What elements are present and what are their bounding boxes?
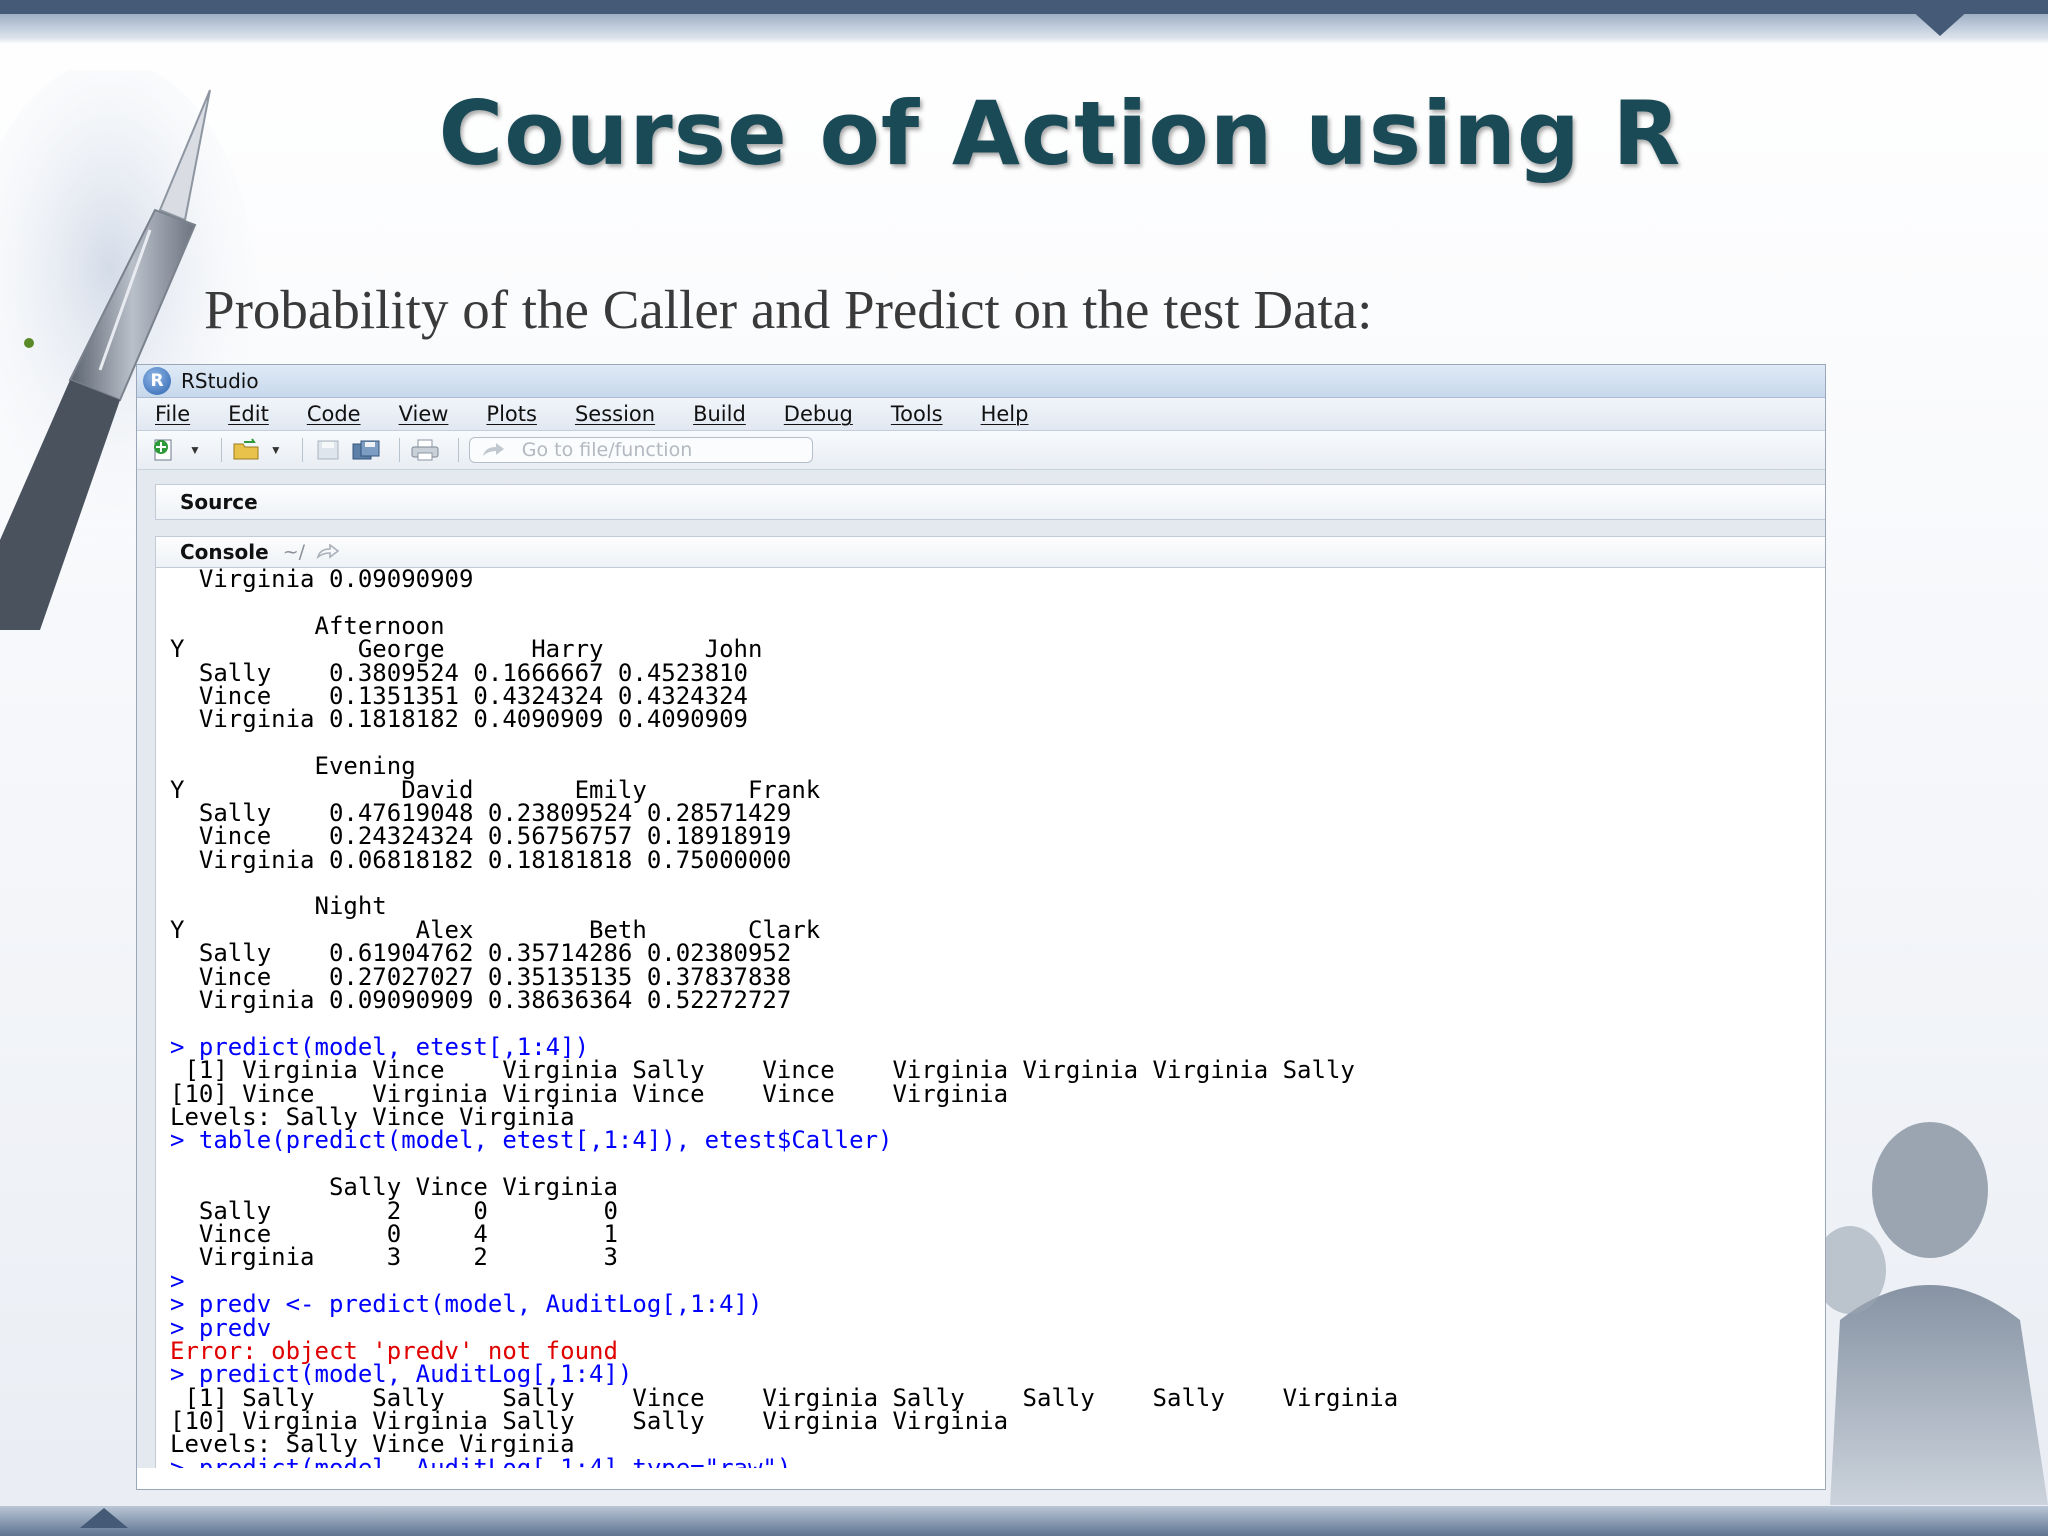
- goto-directory-icon[interactable]: [315, 544, 341, 560]
- save-button[interactable]: [313, 437, 343, 463]
- menu-debug[interactable]: Debug: [784, 402, 853, 426]
- top-notch-decoration: [1900, 0, 1980, 36]
- toolbar-separator: [220, 438, 222, 462]
- bottom-decorative-band: [0, 1506, 2048, 1536]
- panes-area: Source Console ~/ Virginia 0.09090909 Af…: [137, 470, 1825, 1468]
- save-icon: [317, 440, 339, 460]
- source-pane-label: Source: [180, 490, 258, 514]
- console-command-line: > predv <- predict(model, AuditLog[,1:4]…: [170, 1290, 763, 1319]
- slide-title: Course of Action using R: [438, 82, 1682, 185]
- goto-placeholder: Go to file/function: [521, 439, 693, 461]
- console-output-line: Virginia 0.09090909 0.38636364 0.5227272…: [170, 986, 792, 1015]
- bullet-dot: [24, 338, 34, 348]
- window-titlebar[interactable]: R RStudio: [137, 365, 1825, 398]
- toolbar-separator: [398, 438, 400, 462]
- toolbar-separator: [301, 438, 303, 462]
- console-output-line: Virginia 0.1818182 0.4090909 0.4090909: [170, 705, 748, 734]
- console-path: ~/: [282, 541, 306, 563]
- slide-subtitle: Probability of the Caller and Predict on…: [204, 279, 1373, 340]
- open-folder-icon: [233, 438, 259, 460]
- menu-help[interactable]: Help: [981, 402, 1029, 426]
- pane-gap: [155, 520, 1825, 536]
- top-decorative-band: [0, 0, 2048, 14]
- console-output[interactable]: Virginia 0.09090909 Afternoon Y George Ha…: [155, 568, 1825, 1468]
- menu-session[interactable]: Session: [575, 402, 655, 426]
- print-button[interactable]: [410, 437, 440, 463]
- chevron-down-icon[interactable]: ▼: [189, 443, 201, 457]
- toolbar-separator: [457, 438, 459, 462]
- print-icon: [411, 439, 439, 461]
- window-title: RStudio: [181, 369, 259, 393]
- new-file-button[interactable]: [151, 437, 181, 463]
- goto-file-input[interactable]: Go to file/function: [468, 437, 813, 463]
- console-output-line: Evening: [170, 752, 416, 781]
- bottom-notch-decoration: [80, 1508, 128, 1528]
- source-pane-header[interactable]: Source: [155, 484, 1825, 520]
- rstudio-window: R RStudio File Edit Code View Plots Sess…: [136, 364, 1826, 1490]
- console-output-line: Virginia 0.09090909: [170, 568, 474, 593]
- menu-bar: File Edit Code View Plots Session Build …: [137, 398, 1825, 431]
- save-all-button[interactable]: [351, 437, 381, 463]
- console-pane-header[interactable]: Console ~/: [155, 536, 1825, 568]
- business-people-image: [1814, 1122, 2048, 1505]
- main-toolbar: ▼ ▼ Go to file/function: [137, 431, 1825, 470]
- menu-view[interactable]: View: [399, 402, 449, 426]
- console-output-line: Virginia 0.06818182 0.18181818 0.7500000…: [170, 845, 792, 874]
- menu-tools[interactable]: Tools: [891, 402, 943, 426]
- open-file-button[interactable]: [232, 437, 262, 463]
- menu-plots[interactable]: Plots: [486, 402, 537, 426]
- goto-arrow-icon: [482, 443, 504, 456]
- r-logo-icon: R: [143, 367, 171, 395]
- chevron-down-icon[interactable]: ▼: [270, 443, 282, 457]
- new-file-icon: [154, 439, 172, 461]
- save-all-icon: [352, 440, 380, 460]
- menu-file[interactable]: File: [155, 402, 190, 426]
- menu-build[interactable]: Build: [693, 402, 746, 426]
- console-command-line: > predict(model, AuditLog[,1:4],type="ra…: [170, 1453, 792, 1468]
- menu-code[interactable]: Code: [307, 402, 361, 426]
- console-output-line: Virginia 3 2 3: [170, 1243, 618, 1272]
- top-gradient-band: [0, 14, 2048, 44]
- console-command-line: > table(predict(model, etest[,1:4]), ete…: [170, 1126, 893, 1155]
- menu-edit[interactable]: Edit: [228, 402, 269, 426]
- console-label: Console: [180, 540, 269, 564]
